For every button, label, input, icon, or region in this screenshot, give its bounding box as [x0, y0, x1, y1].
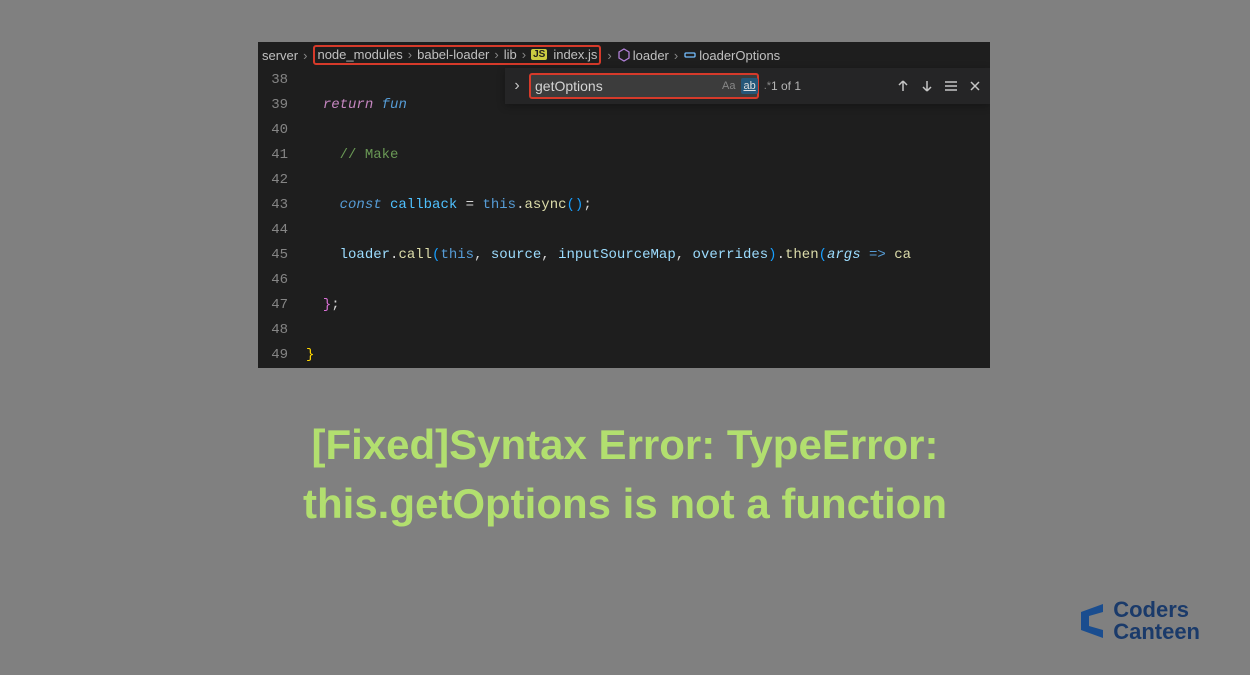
- breadcrumb-item-indexjs[interactable]: index.js: [553, 47, 597, 62]
- chevron-right-icon: ›: [607, 48, 611, 63]
- code-editor-screenshot: server › node_modules › babel-loader › l…: [258, 42, 990, 368]
- chevron-right-icon: ›: [674, 48, 678, 63]
- chevron-right-icon: ›: [303, 48, 307, 63]
- article-title: [Fixed]Syntax Error: TypeError: this.get…: [0, 416, 1250, 534]
- code-content[interactable]: return fun // Make const callback = this…: [306, 68, 990, 368]
- js-file-icon: JS: [531, 49, 547, 60]
- breadcrumb-item-node-modules[interactable]: node_modules: [317, 47, 402, 62]
- breadcrumb-item-babel-loader[interactable]: babel-loader: [417, 47, 489, 62]
- variable-icon: [683, 48, 697, 62]
- breadcrumb-highlighted-path: node_modules › babel-loader › lib › JS i…: [313, 45, 601, 65]
- breadcrumb: server › node_modules › babel-loader › l…: [258, 42, 990, 68]
- breadcrumb-item-lib[interactable]: lib: [504, 47, 517, 62]
- chevron-right-icon: ›: [522, 47, 526, 62]
- method-icon: [617, 48, 631, 62]
- breadcrumb-item-loaderoptions[interactable]: loaderOptions: [699, 48, 780, 63]
- coderscanteen-icon: [1075, 602, 1109, 640]
- breadcrumb-item-loader[interactable]: loader: [633, 48, 669, 63]
- chevron-right-icon: ›: [408, 47, 412, 62]
- code-area[interactable]: 38 39 40 41 42 43 44 45 46 47 48 49 retu…: [258, 68, 990, 368]
- brand-logo: Coders Canteen: [1075, 599, 1200, 643]
- breadcrumb-item-server[interactable]: server: [262, 48, 298, 63]
- line-number-gutter: 38 39 40 41 42 43 44 45 46 47 48 49: [258, 68, 306, 368]
- chevron-right-icon: ›: [494, 47, 498, 62]
- brand-name: Coders Canteen: [1113, 599, 1200, 643]
